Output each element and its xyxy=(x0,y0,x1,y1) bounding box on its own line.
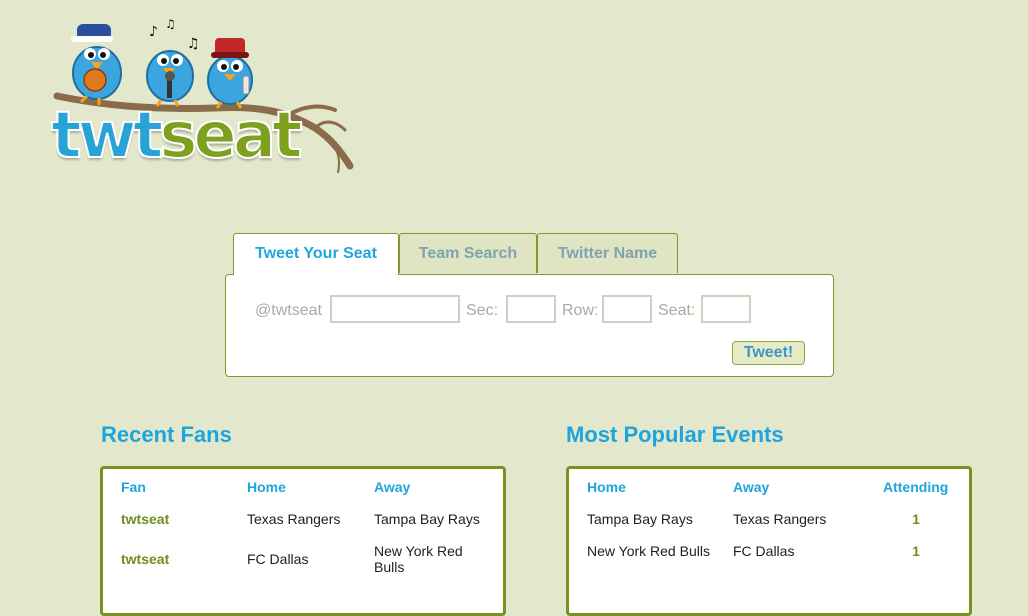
logo-text-part1: twt xyxy=(50,99,164,173)
attending-count: 1 xyxy=(912,543,920,559)
tab-tweet-your-seat[interactable]: Tweet Your Seat xyxy=(233,233,399,275)
away-team-cell: Texas Rangers xyxy=(733,511,827,527)
tweet-seat-panel: @twtseat Sec: Row: Seat: Tweet! xyxy=(225,274,834,377)
tab-twitter-name[interactable]: Twitter Name xyxy=(537,233,678,273)
away-team-cell: FC Dallas xyxy=(733,543,795,559)
away-team-cell: New York Red Bulls xyxy=(374,543,463,575)
row-input[interactable] xyxy=(602,295,652,323)
column-header-fan: Fan xyxy=(121,479,146,495)
logo-text-part2: seat xyxy=(158,99,303,173)
home-team-cell: Tampa Bay Rays xyxy=(587,511,693,527)
row-label: Row: xyxy=(562,302,599,319)
svg-text:♫: ♫ xyxy=(165,18,176,31)
attending-count: 1 xyxy=(912,511,920,527)
popular-events-title: Most Popular Events xyxy=(566,422,784,447)
column-header-away: Away xyxy=(733,479,770,495)
sec-input[interactable] xyxy=(506,295,556,323)
home-team-cell: Texas Rangers xyxy=(247,511,341,527)
seat-input[interactable] xyxy=(701,295,751,323)
fan-name-link[interactable]: twtseat xyxy=(121,551,169,567)
seat-label: Seat: xyxy=(658,302,696,319)
column-header-attending: Attending xyxy=(883,479,949,495)
handle-input[interactable] xyxy=(330,295,460,323)
popular-events-table: Home Away Attending Tampa Bay Rays Texas… xyxy=(566,466,972,616)
fan-name-link[interactable]: twtseat xyxy=(121,511,169,527)
logo-wordmark: twtseat xyxy=(50,103,304,169)
column-header-home: Home xyxy=(587,479,626,495)
away-team-cell: Tampa Bay Rays xyxy=(374,511,480,527)
recent-fans-title: Recent Fans xyxy=(101,422,232,447)
tab-team-search[interactable]: Team Search xyxy=(399,233,537,273)
sec-label: Sec: xyxy=(466,302,499,319)
column-header-home: Home xyxy=(247,479,286,495)
svg-text:♪: ♪ xyxy=(149,24,158,40)
twtseat-logo[interactable]: ♪ ♫ ♫ twtseat xyxy=(45,18,355,178)
handle-label: @twtseat xyxy=(255,302,322,319)
recent-fans-table: Fan Home Away twtseat Texas Rangers Tamp… xyxy=(100,466,506,616)
home-team-cell: FC Dallas xyxy=(247,551,309,567)
tweet-button[interactable]: Tweet! xyxy=(732,341,805,365)
svg-text:♫: ♫ xyxy=(187,36,200,52)
home-team-cell: New York Red Bulls xyxy=(587,543,710,559)
column-header-away: Away xyxy=(374,479,411,495)
